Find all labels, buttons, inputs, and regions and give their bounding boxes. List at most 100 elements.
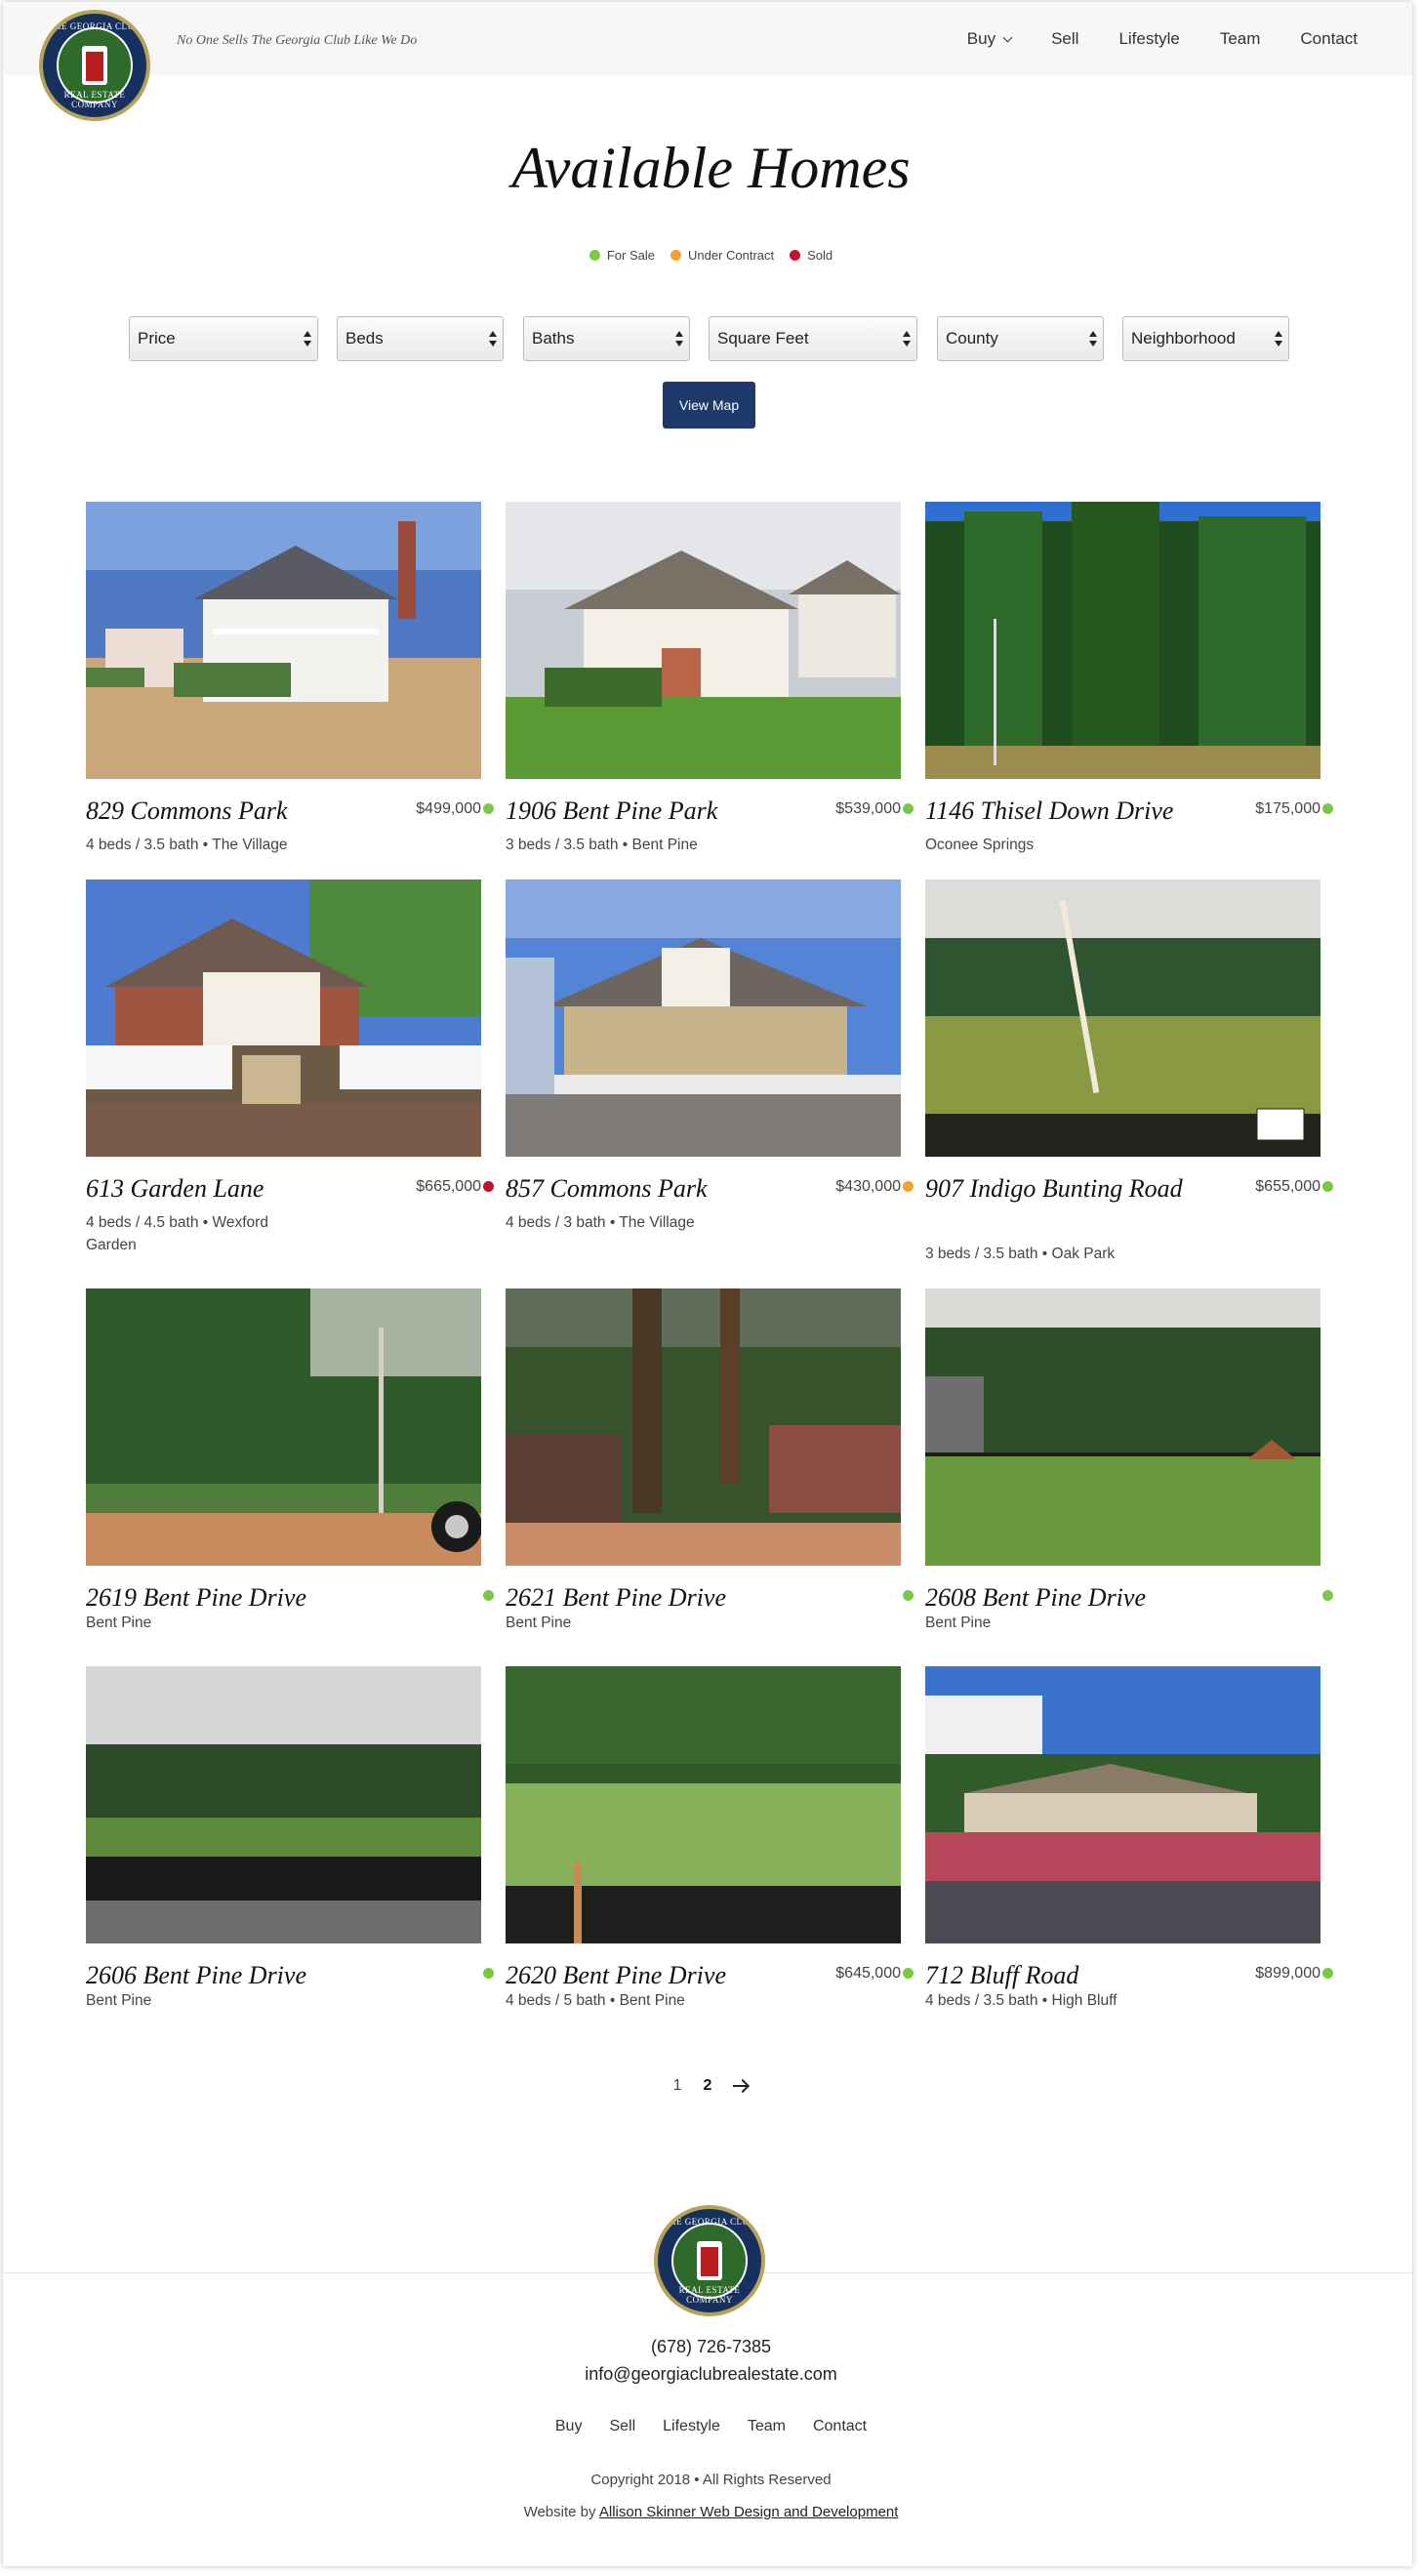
- listing-photo-image: [506, 502, 901, 779]
- nav-item-team[interactable]: Team: [1220, 29, 1261, 49]
- footer-nav-sell[interactable]: Sell: [609, 2418, 635, 2435]
- listing-address[interactable]: 2606 Bent Pine Drive: [86, 1959, 379, 1991]
- listing-photo[interactable]: [86, 502, 481, 779]
- listing-details: 3 beds / 3.5 bath • Oak Park: [925, 1246, 1116, 1262]
- header-logo[interactable]: THE GEORGIA CLUB REAL ESTATE COMPANY: [39, 10, 150, 121]
- listing-details: 4 beds / 3 bath • The Village: [506, 1214, 695, 1231]
- price-select[interactable]: Price: [129, 316, 318, 361]
- legend-sold: Sold: [790, 248, 833, 263]
- listing-address[interactable]: 1146 Thisel Down Drive: [925, 795, 1218, 827]
- listing-address[interactable]: 2619 Bent Pine Drive: [86, 1581, 379, 1614]
- nav-item-label: Buy: [966, 29, 996, 48]
- listing-photo-image: [506, 1288, 901, 1566]
- listing-price: $430,000: [835, 1178, 901, 1195]
- square-feet-select[interactable]: Square Feet: [709, 316, 917, 361]
- footer-nav-team[interactable]: Team: [748, 2418, 786, 2435]
- select-arrows-icon: [1275, 331, 1282, 347]
- listing-photo[interactable]: [86, 879, 481, 1157]
- listing-photo[interactable]: [86, 1288, 481, 1566]
- listing-photo[interactable]: [86, 1666, 481, 1943]
- select-arrows-icon: [304, 331, 311, 347]
- listing-photo[interactable]: [506, 502, 901, 779]
- listing-details: Bent Pine: [86, 1992, 152, 2009]
- listing-address[interactable]: 2620 Bent Pine Drive: [506, 1959, 798, 1991]
- nav-item-label: Lifestyle: [1118, 29, 1180, 48]
- page-link-2-current[interactable]: 2: [704, 2077, 712, 2095]
- status-dot-icon: [483, 803, 494, 814]
- page-link-1[interactable]: 1: [673, 2077, 682, 2095]
- footer-email[interactable]: info@georgiaclubrealestate.com: [0, 2364, 1422, 2385]
- listing-photo-image: [86, 502, 481, 779]
- listing-photo[interactable]: [925, 502, 1320, 779]
- status-dot-icon: [483, 1968, 494, 1979]
- listing-address[interactable]: 712 Bluff Road: [925, 1959, 1218, 1991]
- legend-label: Sold: [807, 248, 833, 263]
- listing-photo[interactable]: [506, 1666, 901, 1943]
- next-arrow-icon[interactable]: [733, 2080, 749, 2092]
- red-door-icon: [82, 46, 107, 85]
- status-dot-icon: [1322, 1968, 1333, 1979]
- status-dot-icon: [483, 1181, 494, 1192]
- listing-price: $645,000: [835, 1965, 901, 1982]
- nav-item-buy[interactable]: Buy: [966, 29, 1013, 49]
- select-value: Square Feet: [717, 329, 809, 348]
- listing-price: $665,000: [416, 1178, 481, 1195]
- listing-address[interactable]: 2621 Bent Pine Drive: [506, 1581, 798, 1614]
- status-dot-icon: [903, 1590, 914, 1601]
- neighborhood-select[interactable]: Neighborhood: [1122, 316, 1289, 361]
- logo-text-top: THE GEORGIA CLUB: [49, 21, 141, 31]
- beds-select[interactable]: Beds: [337, 316, 504, 361]
- legend-label: Under Contract: [687, 248, 775, 263]
- footer-nav-contact[interactable]: Contact: [813, 2418, 867, 2435]
- credit-link[interactable]: Allison Skinner Web Design and Developme…: [599, 2504, 899, 2520]
- listing-photo[interactable]: [506, 879, 901, 1157]
- status-dot-icon: [589, 250, 600, 261]
- status-dot-icon: [483, 1590, 494, 1601]
- listing-photo[interactable]: [925, 1288, 1320, 1566]
- listing-address[interactable]: 1906 Bent Pine Park: [506, 795, 798, 827]
- footer-nav-buy[interactable]: Buy: [555, 2418, 583, 2435]
- listing-photo-image: [925, 879, 1320, 1157]
- listing-address[interactable]: 907 Indigo Bunting Road: [925, 1172, 1218, 1205]
- listing-photo[interactable]: [506, 1288, 901, 1566]
- footer-nav-lifestyle[interactable]: Lifestyle: [663, 2418, 720, 2435]
- listing-address[interactable]: 857 Commons Park: [506, 1172, 798, 1205]
- listing-photo[interactable]: [925, 879, 1320, 1157]
- nav-item-lifestyle[interactable]: Lifestyle: [1118, 29, 1179, 49]
- select-arrows-icon: [903, 331, 911, 347]
- select-value: Price: [138, 329, 176, 348]
- select-value: Baths: [532, 329, 575, 348]
- logo-text-bottom: REAL ESTATE COMPANY: [678, 2285, 741, 2305]
- footer-logo[interactable]: THE GEORGIA CLUB REAL ESTATE COMPANY: [654, 2205, 765, 2316]
- listing-details: 4 beds / 5 bath • Bent Pine: [506, 1992, 685, 2009]
- red-door-icon: [697, 2241, 722, 2280]
- listing-address[interactable]: 613 Garden Lane: [86, 1172, 379, 1205]
- listing-photo-image: [506, 1666, 901, 1943]
- listing-address[interactable]: 2608 Bent Pine Drive: [925, 1581, 1218, 1614]
- listing-address[interactable]: 829 Commons Park: [86, 795, 379, 827]
- view-map-button[interactable]: View Map: [663, 382, 755, 429]
- nav-item-label: Sell: [1051, 29, 1079, 48]
- listing-details: 4 beds / 3.5 bath • High Bluff: [925, 1992, 1117, 2009]
- status-dot-icon: [903, 1968, 914, 1979]
- baths-select[interactable]: Baths: [523, 316, 690, 361]
- footer-phone[interactable]: (678) 726-7385: [0, 2337, 1422, 2357]
- status-dot-icon: [1322, 803, 1333, 814]
- listing-photo-image: [925, 1288, 1320, 1566]
- listing-price: $175,000: [1255, 800, 1320, 817]
- listing-price: $655,000: [1255, 1178, 1320, 1195]
- status-dot-icon: [1322, 1590, 1333, 1601]
- nav-item-contact[interactable]: Contact: [1300, 29, 1358, 49]
- nav-item-sell[interactable]: Sell: [1051, 29, 1078, 49]
- county-select[interactable]: County: [937, 316, 1104, 361]
- listing-photo[interactable]: [925, 1666, 1320, 1943]
- listing-photo-image: [86, 879, 481, 1157]
- listing-details: Bent Pine: [86, 1615, 152, 1631]
- select-arrows-icon: [1089, 331, 1097, 347]
- chevron-down-icon: [1002, 32, 1013, 42]
- listing-photo-image: [925, 502, 1320, 779]
- listing-photo-image: [86, 1666, 481, 1943]
- listing-details: 4 beds / 3.5 bath • The Village: [86, 837, 288, 853]
- tagline: No One Sells The Georgia Club Like We Do: [177, 33, 418, 48]
- footer-nav: Buy Sell Lifestyle Team Contact: [0, 2418, 1422, 2435]
